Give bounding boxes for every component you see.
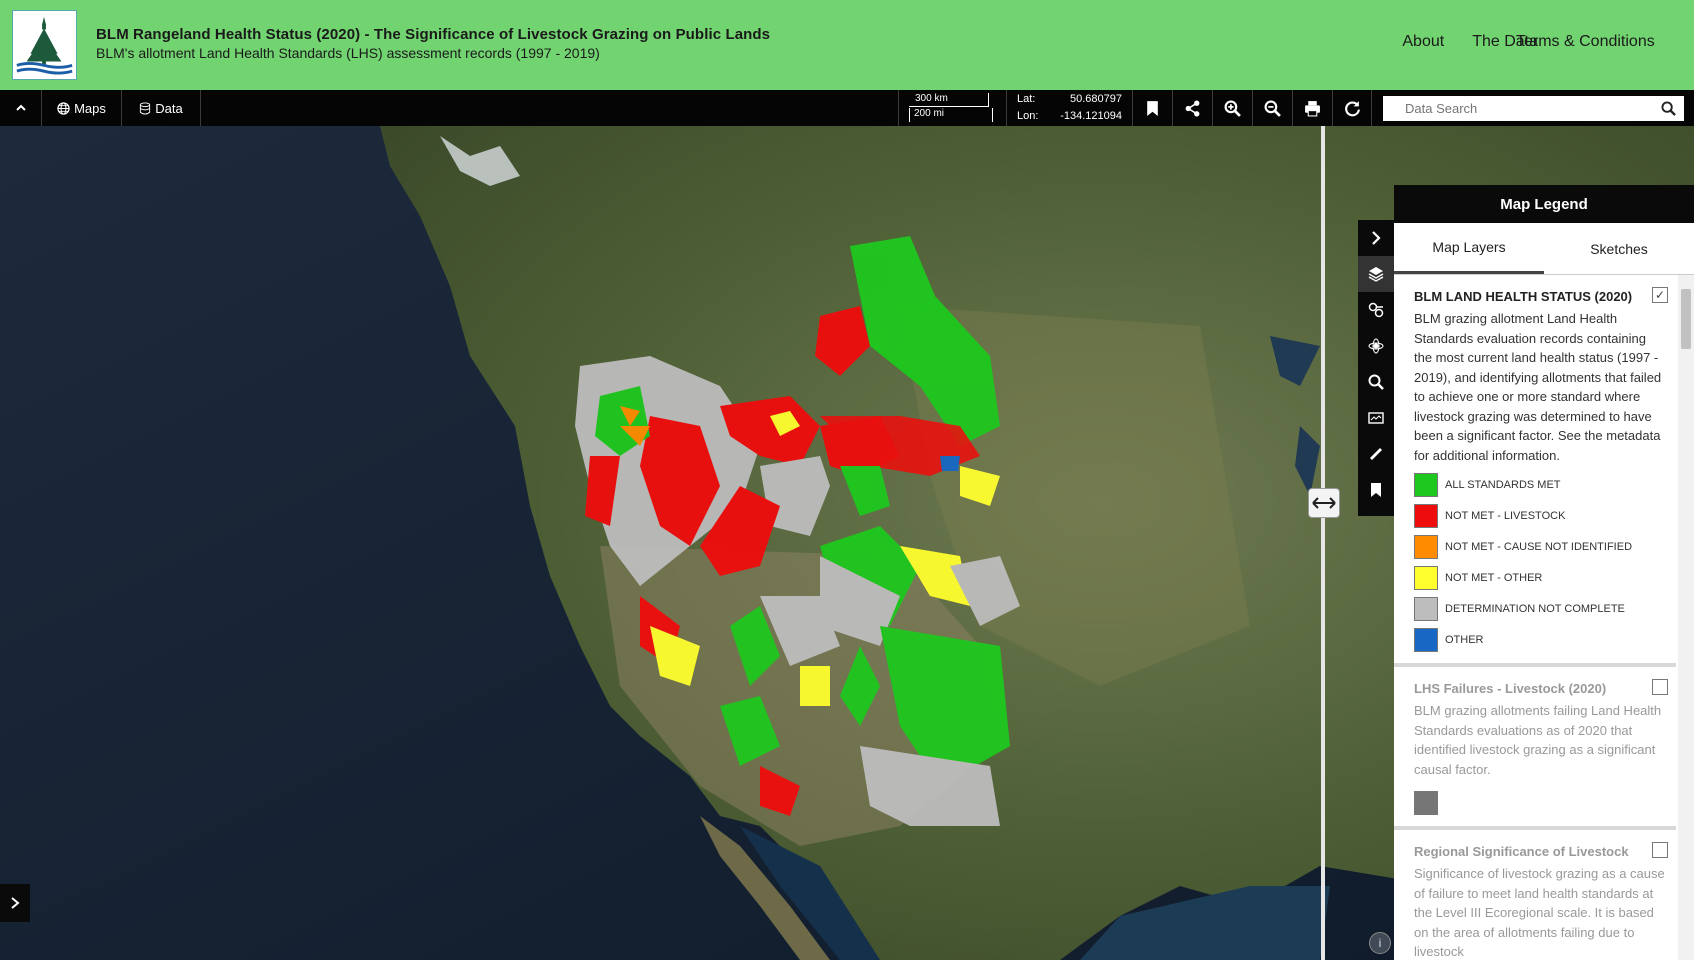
lon-label: Lon: <box>1017 110 1039 122</box>
share-icon <box>1185 100 1200 116</box>
layer-regional-significance: Regional Significance of Livestock Signi… <box>1394 830 1676 960</box>
lon-value: -134.121094 <box>1060 110 1122 122</box>
page-title: BLM Rangeland Health Status (2020) - The… <box>96 26 771 43</box>
legend-item: DETERMINATION NOT COMPLETE <box>1414 596 1666 621</box>
data-label: Data <box>155 100 183 116</box>
legend-title: Map Legend <box>1394 185 1694 223</box>
zoom-out-button[interactable] <box>1252 90 1292 126</box>
legend-tool-rail <box>1358 220 1394 516</box>
lat-label: Lat: <box>1017 93 1036 105</box>
legend-scrollbar[interactable] <box>1678 275 1694 960</box>
zoom-to-tool[interactable] <box>1358 364 1394 400</box>
legend-swatch <box>1414 565 1438 590</box>
measure-tool[interactable] <box>1358 436 1394 472</box>
print-button[interactable] <box>1292 90 1332 126</box>
maps-label: Maps <box>74 100 106 116</box>
legend-item-label: DETERMINATION NOT COMPLETE <box>1445 602 1625 615</box>
layers-icon <box>1368 267 1384 282</box>
legend-item-label: OTHER <box>1445 633 1484 646</box>
map-legend-panel: Map Legend Map Layers Sketches ✓ BLM LAN… <box>1394 185 1694 960</box>
legend-swatch <box>1414 534 1438 559</box>
layer-description: BLM grazing allotment Land Health Standa… <box>1414 311 1662 463</box>
layer-visibility-checkbox[interactable] <box>1652 842 1668 858</box>
layer-visibility-checkbox[interactable]: ✓ <box>1652 287 1668 303</box>
legend-swatch <box>1414 790 1438 815</box>
bookmark-icon <box>1371 483 1381 497</box>
zoom-in-icon <box>1224 100 1241 117</box>
layers-tool[interactable] <box>1358 256 1394 292</box>
info-icon[interactable]: i <box>1369 932 1391 954</box>
scale-mi: 200 mi <box>909 108 993 122</box>
legend-item: NOT MET - CAUSE NOT IDENTIFIED <box>1414 534 1666 559</box>
chevron-right-icon <box>1372 231 1381 245</box>
globe-icon <box>57 101 70 115</box>
legend-item-label: NOT MET - CAUSE NOT IDENTIFIED <box>1445 540 1633 553</box>
bookmark-button[interactable] <box>1132 90 1172 126</box>
collapse-header-button[interactable] <box>0 90 42 126</box>
layer-blm-land-health: ✓ BLM LAND HEALTH STATUS (2020) BLM graz… <box>1394 275 1676 667</box>
blm-logo[interactable] <box>12 10 77 80</box>
layer-title: LHS Failures - Livestock (2020) <box>1414 681 1607 696</box>
zoom-to-icon <box>1368 374 1384 390</box>
bookmark-icon <box>1147 100 1158 116</box>
legend-item: NOT MET - OTHER <box>1414 565 1666 590</box>
zoom-out-icon <box>1264 100 1281 117</box>
legend-swatch <box>1414 596 1438 621</box>
identify-tool[interactable] <box>1358 292 1394 328</box>
double-arrow-icon <box>1312 497 1336 509</box>
chevron-right-icon <box>11 897 20 909</box>
app-header: BLM Rangeland Health Status (2020) - The… <box>0 0 1694 90</box>
expand-left-panel-button[interactable] <box>0 884 30 922</box>
print-icon <box>1305 100 1320 116</box>
data-search <box>1383 96 1684 121</box>
lat-value: 50.680797 <box>1070 93 1122 105</box>
nav-about[interactable]: About <box>1402 33 1444 51</box>
refresh-button[interactable] <box>1332 90 1372 126</box>
legend-item-label: ALL STANDARDS MET <box>1445 478 1561 491</box>
swipe-handle[interactable] <box>1308 488 1340 518</box>
analysis-tool[interactable] <box>1358 328 1394 364</box>
refresh-icon <box>1344 100 1360 116</box>
chevron-up-icon <box>15 104 26 111</box>
legend-item-label: NOT MET - OTHER <box>1445 571 1543 584</box>
legend-item <box>1414 790 1666 815</box>
search-icon[interactable] <box>1661 101 1676 116</box>
zoom-in-button[interactable] <box>1212 90 1252 126</box>
legend-layer-list: ✓ BLM LAND HEALTH STATUS (2020) BLM graz… <box>1394 275 1676 960</box>
tab-map-layers[interactable]: Map Layers <box>1394 223 1544 274</box>
legend-item: OTHER <box>1414 627 1666 652</box>
database-icon <box>140 101 151 115</box>
share-button[interactable] <box>1172 90 1212 126</box>
layer-title: BLM LAND HEALTH STATUS (2020) <box>1414 289 1633 304</box>
legend-swatch <box>1414 472 1438 497</box>
tab-sketches[interactable]: Sketches <box>1544 223 1694 274</box>
layer-title: Regional Significance of Livestock <box>1414 844 1629 859</box>
layer-visibility-checkbox[interactable] <box>1652 679 1668 695</box>
bookmark-tool[interactable] <box>1358 472 1394 508</box>
identify-icon <box>1368 302 1384 318</box>
layer-lhs-failures-livestock: LHS Failures - Livestock (2020) BLM graz… <box>1394 667 1676 830</box>
layer-description: Significance of livestock grazing as a c… <box>1414 866 1665 959</box>
nav-terms[interactable]: Terms & Conditions <box>1516 33 1655 51</box>
scale-bar: 300 km 200 mi <box>898 90 1006 126</box>
coordinate-readout: Lat: 50.680797 Lon: -134.121094 <box>1006 90 1132 126</box>
legend-item-label: NOT MET - LIVESTOCK <box>1445 509 1566 522</box>
legend-item: NOT MET - LIVESTOCK <box>1414 503 1666 528</box>
measure-icon <box>1370 448 1382 460</box>
data-menu-button[interactable]: Data <box>122 90 201 126</box>
layer-description: BLM grazing allotments failing Land Heal… <box>1414 703 1662 777</box>
data-search-input[interactable] <box>1383 96 1643 121</box>
legend-swatch <box>1414 503 1438 528</box>
legend-swatch <box>1414 627 1438 652</box>
maps-menu-button[interactable]: Maps <box>42 90 122 126</box>
scale-km: 300 km <box>909 93 989 107</box>
swipe-divider[interactable] <box>1321 126 1325 960</box>
collapse-legend-button[interactable] <box>1358 220 1394 256</box>
basemap-icon <box>1368 412 1384 424</box>
scrollbar-thumb[interactable] <box>1681 289 1691 349</box>
basemap-tool[interactable] <box>1358 400 1394 436</box>
legend-item: ALL STANDARDS MET <box>1414 472 1666 497</box>
page-subtitle: BLM's allotment Land Health Standards (L… <box>96 45 600 61</box>
analysis-icon <box>1368 338 1384 354</box>
